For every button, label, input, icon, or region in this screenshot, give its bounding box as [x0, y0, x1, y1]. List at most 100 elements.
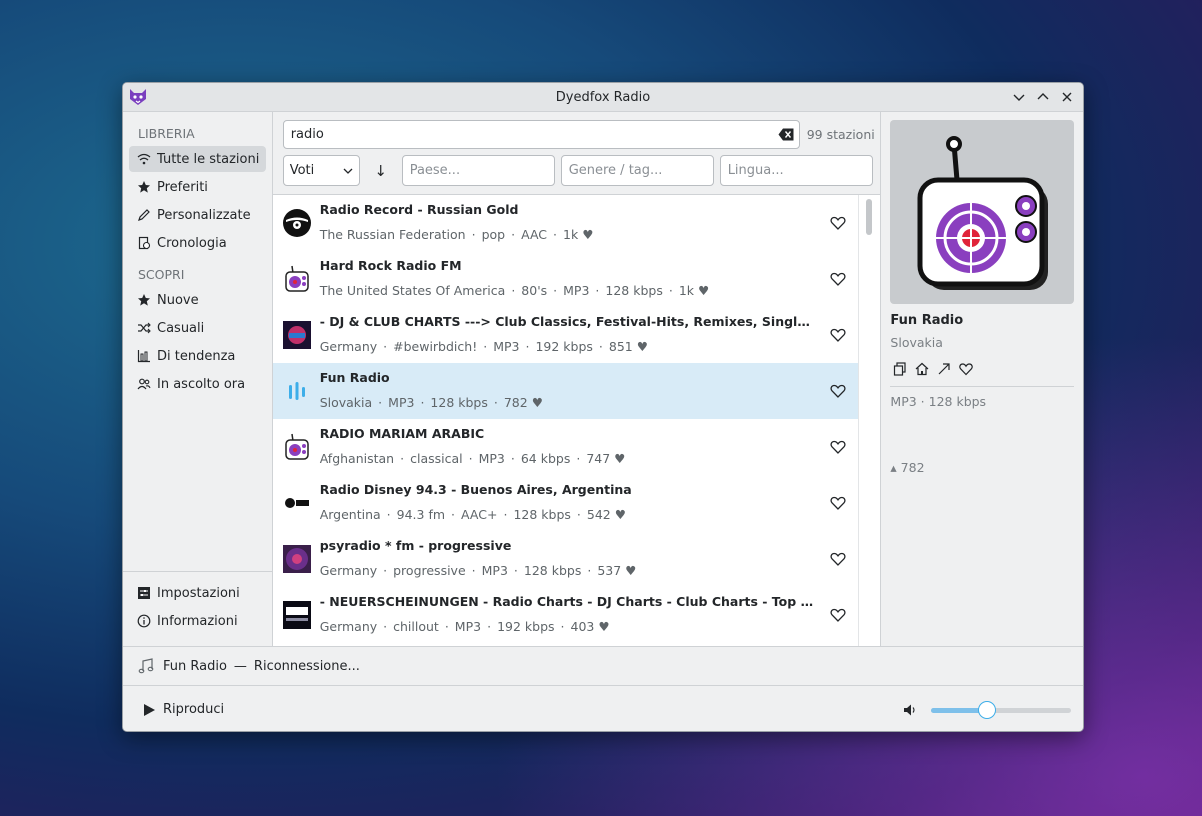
volume-knob[interactable]: [978, 701, 996, 719]
sidebar-item-label: Personalizzate: [157, 207, 251, 223]
sort-direction-button[interactable]: ↓: [360, 162, 402, 180]
detail-station-meta: MP3 · 128 kbps: [890, 394, 987, 409]
minimize-icon[interactable]: [1009, 87, 1029, 107]
sidebar-item-all-stations[interactable]: Tutte le stazioni: [129, 146, 266, 172]
meta-separator: ·: [598, 339, 603, 355]
station-meta-item: MP3: [481, 563, 508, 579]
station-meta-item: #bewirbdich!: [393, 339, 478, 355]
meta-separator: ·: [553, 227, 558, 243]
sidebar-item-custom[interactable]: Personalizzate: [129, 202, 266, 228]
favorite-heart-icon[interactable]: [830, 551, 846, 567]
country-filter-input[interactable]: Paese...: [401, 155, 555, 187]
language-filter-input[interactable]: Lingua...: [719, 155, 873, 187]
station-meta: Argentina · 94.3 fm · AAC+ · 128 kbps · 542 ♥: [320, 507, 820, 523]
sidebar-item-new[interactable]: Nuove: [129, 287, 266, 313]
favorite-heart-icon[interactable]: [830, 439, 846, 455]
play-button-label: Riproduci: [163, 702, 225, 717]
station-meta-item: 1k ♥: [678, 283, 710, 299]
station-meta-item: Germany: [319, 619, 378, 635]
meta-separator: ·: [587, 563, 592, 579]
meta-separator: ·: [451, 507, 456, 523]
sidebar-item-about[interactable]: Informazioni: [129, 608, 266, 634]
favorite-heart-icon[interactable]: [830, 271, 846, 287]
station-row[interactable]: Hard Rock Radio FM The United States Of A…: [273, 251, 881, 307]
station-thumbnail: [283, 433, 311, 461]
station-meta-item: MP3: [478, 451, 505, 467]
star-icon: [137, 180, 151, 194]
station-row[interactable]: Fun Radio Slovakia · MP3 · 128 kbps · 782 ♥: [272, 362, 881, 419]
station-meta-item: 94.3 fm: [396, 507, 446, 523]
play-button[interactable]: Riproduci: [143, 702, 224, 717]
search-input[interactable]: radio: [282, 120, 800, 150]
station-row[interactable]: psyradio * fm - progressive Germany · progr…: [273, 531, 881, 587]
heart-icon[interactable]: [958, 361, 974, 377]
close-icon[interactable]: [1057, 87, 1077, 107]
sidebar: LIBRERIA Tutte le stazioni Preferiti Per…: [123, 112, 273, 646]
meta-separator: ·: [386, 507, 391, 523]
station-detail-panel: Fun Radio Slovakia MP3 · 128 kbps ▴ 782: [880, 112, 1083, 646]
sidebar-item-listening-now[interactable]: In ascolto ora: [129, 371, 266, 397]
sidebar-item-settings[interactable]: Impostazioni: [129, 580, 266, 606]
volume-slider[interactable]: [931, 700, 1071, 720]
station-meta-item: 851 ♥: [608, 339, 648, 355]
station-thumbnail: [283, 265, 311, 293]
favorite-heart-icon[interactable]: [830, 383, 846, 399]
clear-search-icon[interactable]: [778, 128, 794, 141]
favorite-heart-icon[interactable]: [830, 607, 846, 623]
station-count: 99 stazioni: [806, 127, 875, 143]
station-name: Fun Radio: [319, 370, 390, 386]
scrollbar[interactable]: [858, 194, 881, 646]
station-row[interactable]: - DJ & CLUB CHARTS ---> Club Classics, F…: [273, 307, 881, 363]
station-row[interactable]: RADIO MARIAM ARABIC Afghanistan · classical…: [273, 419, 881, 475]
sidebar-item-label: Tutte le stazioni: [157, 151, 260, 167]
window-title: Dyedfox Radio: [555, 89, 651, 105]
now-playing-status: Riconnessione...: [253, 658, 360, 674]
station-thumbnail: [282, 600, 311, 629]
now-playing-station: Fun Radio: [163, 658, 227, 674]
favorite-heart-icon[interactable]: [830, 495, 846, 511]
sidebar-item-history[interactable]: Cronologia: [129, 230, 266, 256]
station-thumbnail: [282, 544, 311, 573]
station-row[interactable]: Radio Record - Russian Gold The Russian F…: [273, 195, 881, 251]
sidebar-item-label: Impostazioni: [157, 585, 240, 601]
meta-separator: ·: [468, 451, 473, 467]
meta-separator: ·: [511, 283, 516, 299]
external-link-icon[interactable]: [936, 361, 952, 377]
home-icon[interactable]: [914, 361, 930, 377]
station-meta-item: The United States Of America: [319, 283, 506, 299]
station-meta-item: 192 kbps: [535, 339, 593, 355]
detail-station-name: Fun Radio: [890, 313, 964, 328]
station-meta: Germany · #bewirbdich! · MP3 · 192 kbps · 851 ♥: [320, 339, 820, 355]
station-row[interactable]: Radio Disney 94.3 - Buenos Aires, Argent…: [273, 475, 881, 531]
meta-separator: ·: [576, 507, 581, 523]
chart-icon: [137, 349, 151, 363]
maximize-icon[interactable]: [1033, 87, 1053, 107]
search-value: radio: [290, 127, 324, 143]
sidebar-item-trending[interactable]: Di tendenza: [129, 343, 266, 369]
station-meta-item: 192 kbps: [497, 619, 555, 635]
sort-select[interactable]: Voti: [282, 155, 360, 187]
station-meta-item: 80's: [521, 283, 548, 299]
scrollbar-thumb[interactable]: [866, 198, 873, 235]
library-header: LIBRERIA: [138, 126, 195, 141]
station-name: Radio Record - Russian Gold: [319, 202, 519, 218]
meta-separator: ·: [553, 283, 558, 299]
now-playing-separator: —: [233, 658, 247, 674]
copy-icon[interactable]: [892, 361, 908, 377]
sidebar-item-random[interactable]: Casuali: [129, 315, 266, 341]
player-controls: Riproduci: [123, 686, 1083, 731]
genre-filter-input[interactable]: Genere / tag...: [560, 155, 714, 187]
info-icon: [137, 614, 151, 628]
favorite-heart-icon[interactable]: [830, 327, 846, 343]
meta-separator: ·: [483, 339, 488, 355]
sidebar-item-favorites[interactable]: Preferiti: [129, 174, 266, 200]
station-name: Hard Rock Radio FM: [319, 258, 462, 274]
station-row[interactable]: - NEUERSCHEINUNGEN - Radio Charts - DJ C…: [273, 587, 881, 643]
settings-icon: [137, 586, 151, 600]
station-meta-item: Argentina: [319, 507, 381, 523]
station-meta-item: 64 kbps: [520, 451, 571, 467]
favorite-heart-icon[interactable]: [830, 215, 846, 231]
meta-separator: ·: [560, 619, 565, 635]
volume-icon[interactable]: [903, 703, 917, 717]
station-artwork: [890, 120, 1075, 304]
